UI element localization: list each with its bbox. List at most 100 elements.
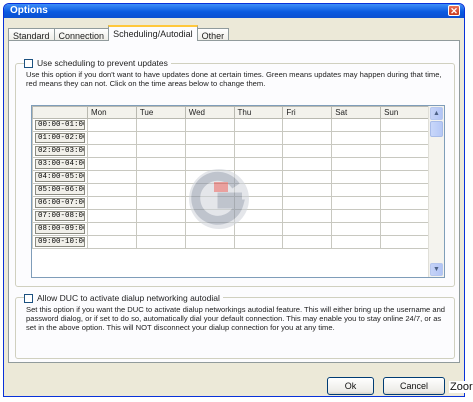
schedule-cell[interactable] — [233, 196, 284, 210]
schedule-cell[interactable] — [331, 131, 382, 145]
schedule-cell[interactable] — [331, 170, 382, 184]
schedule-cell[interactable] — [184, 183, 235, 197]
schedule-cell[interactable] — [331, 209, 382, 223]
schedule-cell[interactable] — [87, 183, 137, 197]
schedule-cell[interactable] — [380, 209, 430, 223]
schedule-cell[interactable] — [87, 157, 137, 171]
schedule-cell[interactable] — [233, 118, 284, 132]
schedule-cell[interactable] — [380, 144, 430, 158]
schedule-cell[interactable] — [184, 157, 235, 171]
schedule-cell[interactable] — [380, 118, 430, 132]
scheduling-checkbox[interactable] — [24, 58, 33, 68]
schedule-cell[interactable] — [282, 157, 333, 171]
schedule-cell[interactable] — [87, 144, 137, 158]
schedule-cell[interactable] — [184, 118, 235, 132]
schedule-cell[interactable] — [135, 209, 186, 223]
schedule-cell[interactable] — [331, 183, 382, 197]
schedule-cell[interactable] — [135, 118, 186, 132]
autodial-checkbox-row[interactable]: Allow DUC to activate dialup networking … — [24, 293, 223, 303]
schedule-cell[interactable] — [233, 131, 284, 145]
schedule-cell[interactable] — [282, 209, 333, 223]
schedule-cell[interactable] — [135, 170, 186, 184]
tab-strip: Standard Connection Scheduling/Autodial … — [8, 25, 230, 41]
time-slot-button[interactable]: 06:00-07:00 — [35, 198, 85, 208]
schedule-cell[interactable] — [135, 183, 186, 197]
ok-button[interactable]: Ok — [327, 377, 374, 395]
scheduling-checkbox-row[interactable]: Use scheduling to prevent updates — [24, 58, 171, 68]
schedule-cell[interactable] — [233, 170, 284, 184]
time-slot-button[interactable]: 03:00-04:00 — [35, 159, 85, 169]
autodial-checkbox[interactable] — [24, 293, 33, 303]
schedule-cell[interactable] — [331, 118, 382, 132]
schedule-cell[interactable] — [233, 235, 284, 249]
time-slot-button[interactable]: 07:00-08:00 — [35, 211, 85, 221]
schedule-cell[interactable] — [282, 144, 333, 158]
schedule-cell[interactable] — [331, 235, 382, 249]
time-slot-button[interactable]: 02:00-03:00 — [35, 146, 85, 156]
schedule-cell[interactable] — [135, 235, 186, 249]
schedule-row: 05:00-06:00 — [32, 183, 430, 197]
schedule-row: 09:00-10:00 — [32, 235, 430, 249]
schedule-cell[interactable] — [282, 118, 333, 132]
schedule-cell[interactable] — [331, 196, 382, 210]
schedule-cell[interactable] — [135, 196, 186, 210]
schedule-cell[interactable] — [135, 131, 186, 145]
schedule-cell[interactable] — [87, 222, 137, 236]
scroll-thumb[interactable] — [430, 121, 443, 137]
schedule-cell[interactable] — [87, 131, 137, 145]
day-header: Tue — [135, 106, 186, 119]
schedule-cell[interactable] — [87, 196, 137, 210]
schedule-cell[interactable] — [331, 157, 382, 171]
schedule-cell[interactable] — [87, 170, 137, 184]
schedule-cell[interactable] — [135, 144, 186, 158]
schedule-cell[interactable] — [184, 196, 235, 210]
schedule-cell[interactable] — [380, 196, 430, 210]
tab-scheduling-autodial[interactable]: Scheduling/Autodial — [108, 25, 198, 41]
scroll-up-icon[interactable]: ▲ — [430, 107, 443, 120]
corner-header-cell — [32, 106, 88, 119]
schedule-cell[interactable] — [233, 157, 284, 171]
scroll-down-icon[interactable]: ▼ — [430, 263, 443, 276]
schedule-cell[interactable] — [233, 183, 284, 197]
schedule-cell[interactable] — [233, 209, 284, 223]
schedule-cell[interactable] — [87, 118, 137, 132]
schedule-scrollbar[interactable]: ▲ ▼ — [428, 106, 444, 277]
schedule-cell[interactable] — [282, 131, 333, 145]
time-slot-button[interactable]: 09:00-10:00 — [35, 237, 85, 247]
schedule-cell[interactable] — [282, 222, 333, 236]
schedule-cell[interactable] — [135, 222, 186, 236]
schedule-cell[interactable] — [380, 183, 430, 197]
cancel-button[interactable]: Cancel — [383, 377, 445, 395]
schedule-cell[interactable] — [282, 196, 333, 210]
schedule-cell[interactable] — [87, 209, 137, 223]
time-slot-button[interactable]: 08:00-09:00 — [35, 224, 85, 234]
schedule-cell[interactable] — [331, 222, 382, 236]
schedule-cell[interactable] — [282, 183, 333, 197]
schedule-cell[interactable] — [184, 170, 235, 184]
schedule-cell[interactable] — [380, 131, 430, 145]
schedule-cell[interactable] — [184, 131, 235, 145]
schedule-cell[interactable] — [184, 144, 235, 158]
time-slot-button[interactable]: 05:00-06:00 — [35, 185, 85, 195]
close-button[interactable]: ✕ — [448, 5, 460, 16]
schedule-cell[interactable] — [135, 157, 186, 171]
window-title: Options — [10, 5, 48, 16]
schedule-cell[interactable] — [233, 144, 284, 158]
schedule-cell[interactable] — [282, 170, 333, 184]
time-slot-button[interactable]: 00:00-01:00 — [35, 120, 85, 130]
time-slot-button[interactable]: 01:00-02:00 — [35, 133, 85, 143]
schedule-cell[interactable] — [233, 222, 284, 236]
schedule-cell[interactable] — [184, 209, 235, 223]
schedule-row: 06:00-07:00 — [32, 196, 430, 210]
time-slot-button[interactable]: 04:00-05:00 — [35, 172, 85, 182]
schedule-cell[interactable] — [380, 157, 430, 171]
schedule-cell[interactable] — [380, 222, 430, 236]
schedule-cell[interactable] — [87, 235, 137, 249]
schedule-cell[interactable] — [184, 235, 235, 249]
schedule-cell[interactable] — [184, 222, 235, 236]
schedule-cell[interactable] — [282, 235, 333, 249]
schedule-cell[interactable] — [331, 144, 382, 158]
day-header: Thu — [233, 106, 284, 119]
schedule-cell[interactable] — [380, 170, 430, 184]
schedule-cell[interactable] — [380, 235, 430, 249]
